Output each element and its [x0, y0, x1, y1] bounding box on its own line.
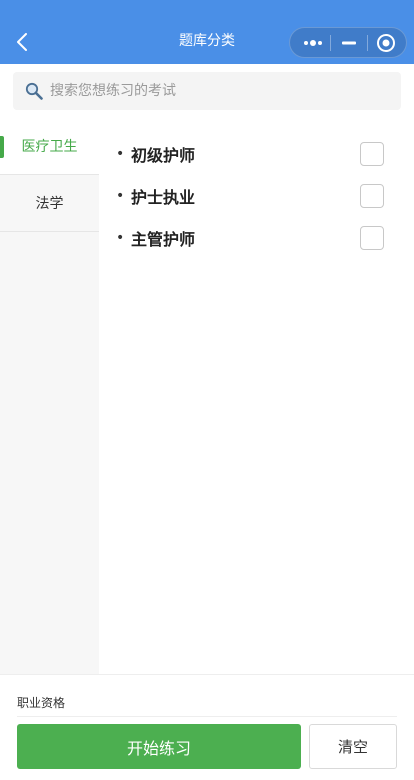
list-item[interactable]: • 护士执业: [99, 175, 414, 217]
category-checkbox[interactable]: [360, 184, 384, 208]
search-bar: [0, 64, 414, 118]
sidebar-item-medical[interactable]: 医疗卫生: [0, 118, 99, 175]
selection-label: 职业资格: [17, 696, 66, 710]
divider: [17, 716, 397, 717]
category-label: 主管护师: [131, 230, 196, 249]
category-checkbox[interactable]: [360, 226, 384, 250]
close-button[interactable]: [368, 28, 404, 57]
capsule-divider: [330, 35, 331, 51]
list-item[interactable]: • 初级护师: [99, 133, 414, 175]
bullet: •: [116, 188, 125, 204]
category-label: 护士执业: [131, 188, 196, 207]
action-footer: 职业资格 开始练习 清空: [0, 674, 414, 780]
clear-button[interactable]: 清空: [309, 724, 397, 769]
more-button[interactable]: [296, 28, 330, 57]
mini-program-capsule: [289, 27, 407, 58]
category-label: 初级护师: [131, 146, 196, 165]
sidebar-item-law[interactable]: 法学: [0, 175, 99, 232]
search-input[interactable]: [50, 79, 370, 103]
magnifier-icon: [24, 81, 44, 101]
category-list: • 初级护师 • 护士执业 • 主管护师: [99, 118, 414, 674]
start-practice-button[interactable]: 开始练习: [17, 724, 301, 769]
bullet: •: [116, 230, 125, 246]
category-checkbox[interactable]: [360, 142, 384, 166]
bullet: •: [116, 146, 125, 162]
navigation-bar: 题库分类: [0, 0, 414, 64]
target-close-icon: [377, 33, 395, 52]
category-sidebar: 医疗卫生 法学: [0, 118, 99, 674]
sidebar-item-label: 法学: [35, 196, 64, 212]
minimize-button[interactable]: [332, 28, 366, 57]
sidebar-item-label: 医疗卫生: [21, 139, 78, 155]
minimize-icon: [342, 41, 356, 44]
search-box[interactable]: [13, 72, 401, 110]
more-dots-icon: [304, 39, 322, 46]
list-item[interactable]: • 主管护师: [99, 217, 414, 259]
